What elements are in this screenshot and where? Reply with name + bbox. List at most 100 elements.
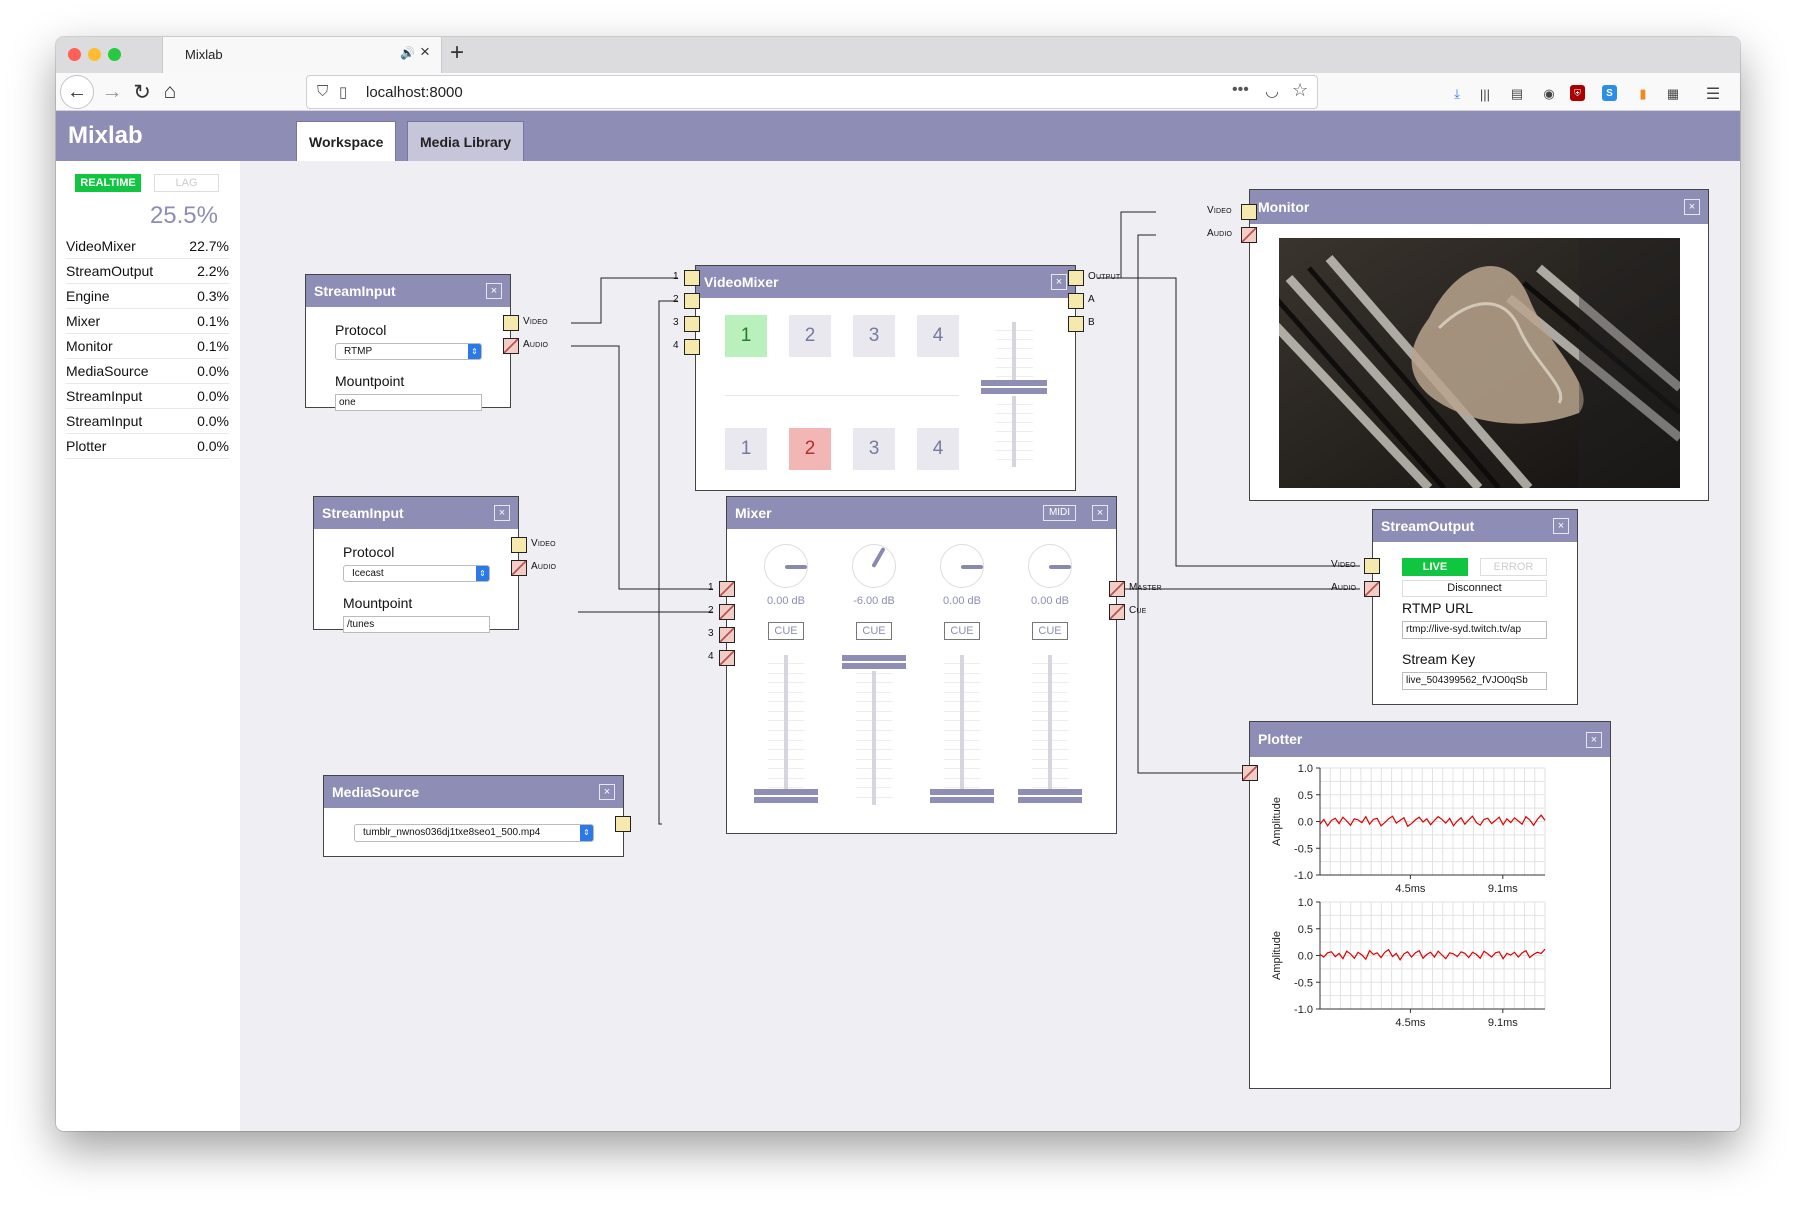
video-a-port[interactable] bbox=[1068, 293, 1084, 309]
disconnect-button[interactable]: Disconnect bbox=[1402, 580, 1547, 597]
fader-handle[interactable] bbox=[981, 380, 1047, 396]
crossfade-fader[interactable] bbox=[981, 322, 1047, 467]
menu-icon[interactable]: ☰ bbox=[1704, 85, 1722, 103]
pocket-icon[interactable]: ◡ bbox=[1265, 81, 1279, 101]
ublock-icon[interactable]: ⛨ bbox=[1570, 85, 1585, 101]
media-file-select[interactable]: tumblr_nwnos036dj1txe8seo1_500.mp4 ⇕ bbox=[354, 824, 594, 842]
protocol-select[interactable]: Icecast ⇕ bbox=[343, 565, 490, 582]
mountpoint-input[interactable]: /tunes bbox=[343, 616, 490, 633]
node-title[interactable]: StreamOutput bbox=[1373, 510, 1577, 542]
url-text[interactable]: localhost:8000 bbox=[366, 84, 463, 101]
skype-icon[interactable]: S bbox=[1602, 85, 1617, 101]
video-in-port-4[interactable] bbox=[684, 339, 700, 355]
channel-fader[interactable] bbox=[930, 655, 994, 805]
cue-button[interactable]: CUE bbox=[1032, 622, 1068, 640]
download-icon[interactable]: ⤓ bbox=[1448, 85, 1466, 103]
master-out-port[interactable] bbox=[1109, 581, 1125, 597]
audio-in-port-1[interactable] bbox=[719, 581, 735, 597]
channel-fader[interactable] bbox=[754, 655, 818, 805]
bank-a-button-4[interactable]: 4 bbox=[917, 315, 959, 357]
video-mixer-node[interactable]: VideoMixer × 1 2 3 4 1 2 3 4 bbox=[695, 265, 1076, 491]
gain-knob[interactable] bbox=[852, 544, 896, 588]
bank-a-button-1[interactable]: 1 bbox=[725, 315, 767, 357]
bank-a-button-3[interactable]: 3 bbox=[853, 315, 895, 357]
streamout-audio-in-port[interactable] bbox=[1364, 581, 1380, 597]
node-title[interactable]: StreamInput bbox=[306, 275, 510, 307]
cue-button[interactable]: CUE bbox=[768, 622, 804, 640]
shield-icon[interactable]: ⛉ bbox=[317, 83, 328, 100]
cue-button[interactable]: CUE bbox=[944, 622, 980, 640]
close-window-button[interactable] bbox=[68, 48, 81, 61]
node-title[interactable]: VideoMixer bbox=[696, 266, 1075, 298]
channel-fader[interactable] bbox=[1018, 655, 1082, 805]
cue-out-port[interactable] bbox=[1109, 604, 1125, 620]
channel-fader[interactable] bbox=[842, 655, 906, 805]
video-in-port-1[interactable] bbox=[684, 270, 700, 286]
tampermonkey-icon[interactable]: ▮ bbox=[1634, 85, 1652, 103]
gain-knob[interactable] bbox=[940, 544, 984, 588]
stream-input-node[interactable]: StreamInput × Protocol RTMP ⇕ Mountpoint … bbox=[305, 274, 511, 411]
plotter-node[interactable]: Plotter × 1.0 0.5 0.0 -0.5 -1.0 4.5ms 9.1ms Amp… bbox=[1249, 721, 1611, 1089]
close-icon[interactable]: × bbox=[1553, 518, 1569, 534]
minimize-window-button[interactable] bbox=[88, 48, 101, 61]
bank-a-button-2[interactable]: 2 bbox=[789, 315, 831, 357]
bank-b-button-1[interactable]: 1 bbox=[725, 428, 767, 470]
video-out-port[interactable] bbox=[615, 816, 631, 832]
close-icon[interactable]: × bbox=[486, 283, 502, 299]
audio-in-port-4[interactable] bbox=[719, 650, 735, 666]
video-b-port[interactable] bbox=[1068, 316, 1084, 332]
monitor-node[interactable]: Monitor × bbox=[1249, 189, 1709, 501]
node-title[interactable]: MediaSource bbox=[324, 776, 623, 808]
close-icon[interactable]: × bbox=[1051, 274, 1067, 290]
stream-key-input[interactable]: live_504399562_fVJO0qSb bbox=[1402, 672, 1547, 690]
fader-handle[interactable] bbox=[1018, 789, 1082, 805]
bank-b-button-3[interactable]: 3 bbox=[853, 428, 895, 470]
mixer-node[interactable]: Mixer MIDI × 0.00 dB CUE -6.00 dB CUE 0.… bbox=[726, 496, 1117, 834]
protocol-select[interactable]: RTMP ⇕ bbox=[335, 343, 482, 360]
video-out-port[interactable] bbox=[511, 537, 527, 553]
media-source-node[interactable]: MediaSource × tumblr_nwnos036dj1txe8seo1… bbox=[323, 775, 624, 857]
zoom-window-button[interactable] bbox=[108, 48, 121, 61]
sidebar-icon[interactable]: ▤ bbox=[1508, 85, 1526, 103]
fader-handle[interactable] bbox=[930, 789, 994, 805]
audio-in-port-2[interactable] bbox=[719, 604, 735, 620]
monitor-video-in-port[interactable] bbox=[1241, 204, 1257, 220]
monitor-audio-in-port[interactable] bbox=[1241, 227, 1257, 243]
video-out-port[interactable] bbox=[503, 315, 519, 331]
audio-in-port-3[interactable] bbox=[719, 627, 735, 643]
bank-b-button-4[interactable]: 4 bbox=[917, 428, 959, 470]
forward-button[interactable]: → bbox=[96, 73, 128, 111]
close-icon[interactable]: × bbox=[1684, 199, 1700, 215]
plotter-audio-in-port[interactable] bbox=[1242, 765, 1258, 781]
close-icon[interactable]: × bbox=[494, 505, 510, 521]
more-dots-icon[interactable]: ••• bbox=[1232, 81, 1249, 99]
mountpoint-input[interactable]: one bbox=[335, 394, 482, 411]
home-button[interactable]: ⌂ bbox=[154, 73, 186, 111]
close-icon[interactable]: × bbox=[1092, 505, 1108, 521]
stream-input-node[interactable]: StreamInput × Protocol Icecast ⇕ Mountpoi… bbox=[313, 496, 519, 633]
video-output-port[interactable] bbox=[1068, 270, 1084, 286]
audio-out-port[interactable] bbox=[511, 560, 527, 576]
gain-knob[interactable] bbox=[764, 544, 808, 588]
extensions-icon[interactable]: ▦ bbox=[1664, 85, 1682, 103]
address-bar[interactable]: ⛉ ▯ localhost:8000 ••• ◡ ☆ bbox=[306, 75, 1318, 109]
bank-b-button-2[interactable]: 2 bbox=[789, 428, 831, 470]
account-icon[interactable]: ◉ bbox=[1540, 85, 1558, 103]
midi-button[interactable]: MIDI bbox=[1043, 505, 1076, 521]
close-icon[interactable]: × bbox=[599, 784, 615, 800]
close-tab-icon[interactable]: × bbox=[420, 42, 430, 62]
video-in-port-2[interactable] bbox=[684, 293, 700, 309]
cue-button[interactable]: CUE bbox=[856, 622, 892, 640]
back-button[interactable]: ← bbox=[60, 75, 94, 109]
fader-handle[interactable] bbox=[842, 655, 906, 671]
fader-handle[interactable] bbox=[754, 789, 818, 805]
speaker-icon[interactable]: 🔊 bbox=[400, 46, 415, 60]
page-info-icon[interactable]: ▯ bbox=[339, 83, 347, 101]
rtmp-url-input[interactable]: rtmp://live-syd.twitch.tv/ap bbox=[1402, 621, 1547, 639]
star-icon[interactable]: ☆ bbox=[1292, 80, 1308, 101]
browser-tab[interactable]: Mixlab 🔊 × bbox=[162, 37, 442, 73]
node-title[interactable]: StreamInput bbox=[314, 497, 518, 529]
new-tab-button[interactable]: + bbox=[450, 39, 464, 67]
audio-out-port[interactable] bbox=[503, 338, 519, 354]
stream-output-node[interactable]: StreamOutput × LIVE ERROR Disconnect RTM… bbox=[1372, 509, 1578, 705]
